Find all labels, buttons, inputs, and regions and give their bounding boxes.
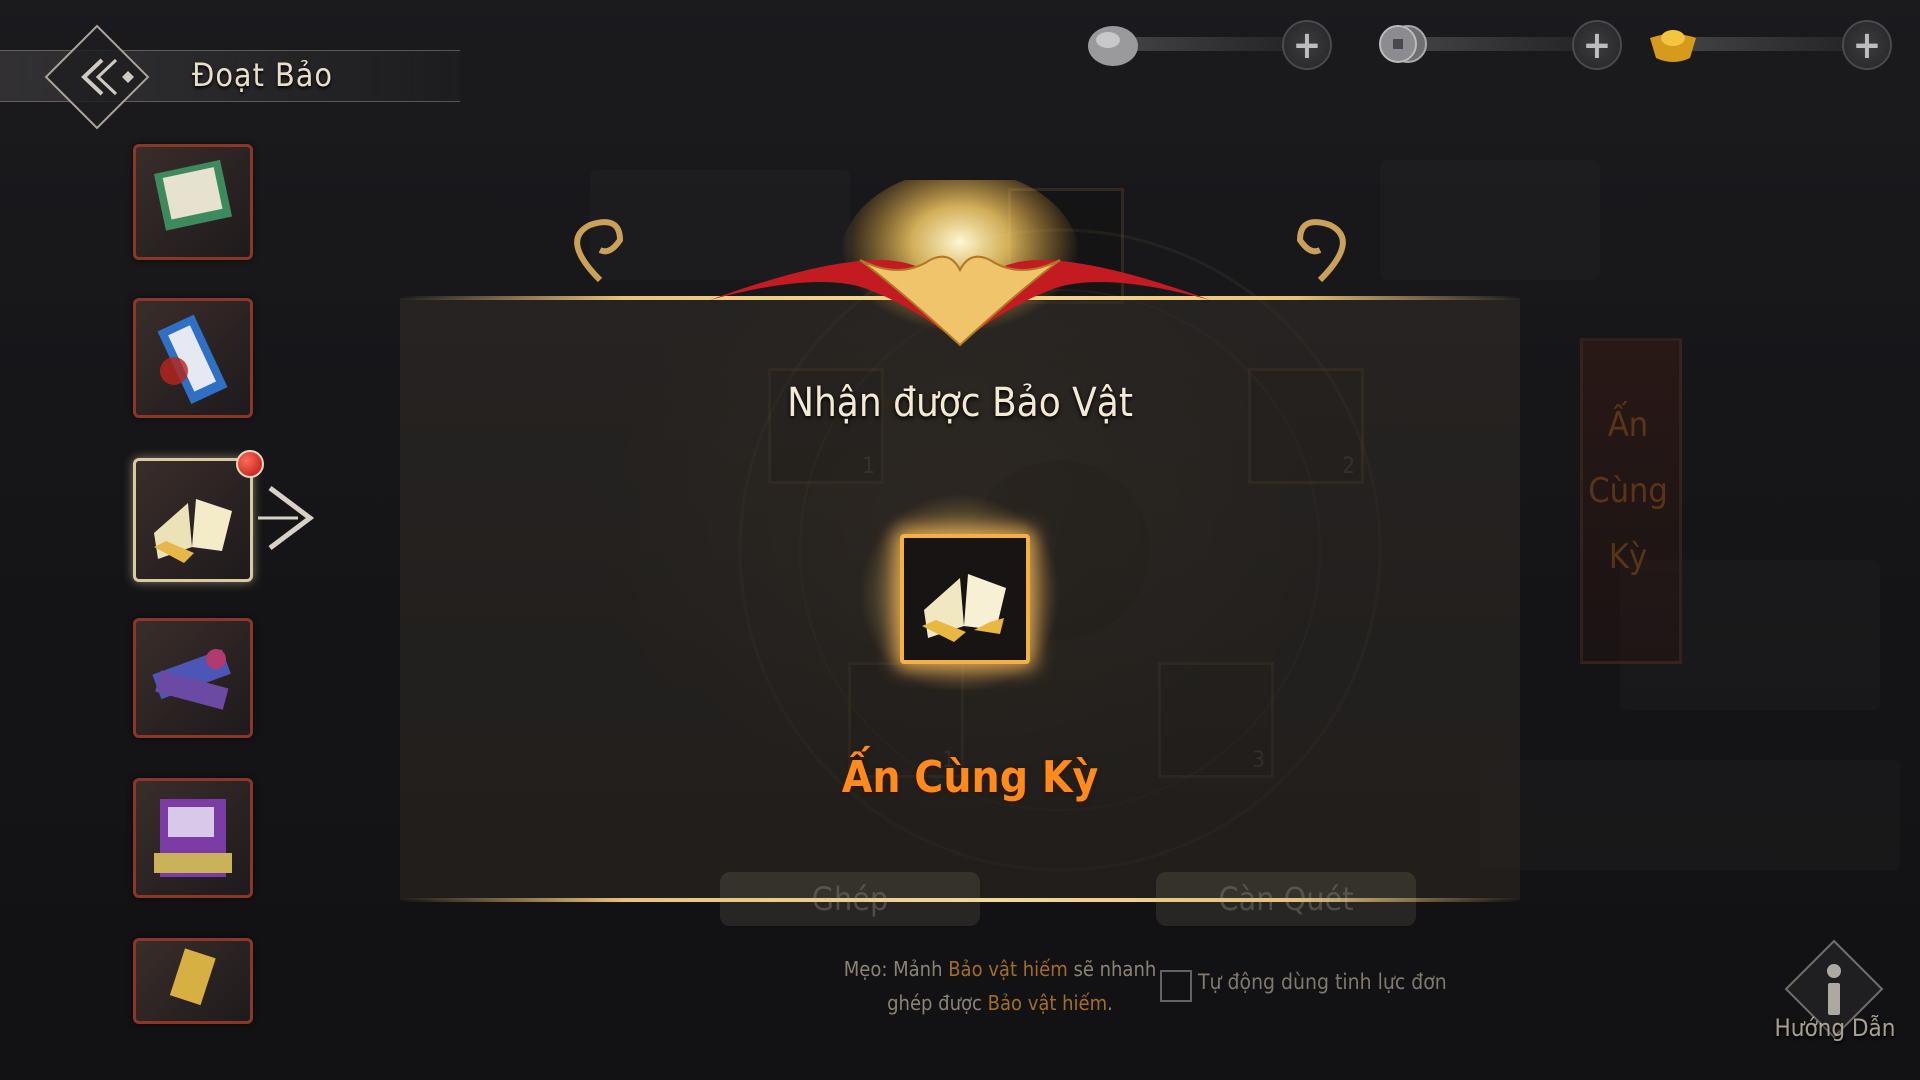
purple-book-icon xyxy=(154,799,232,877)
treasure-slot[interactable] xyxy=(133,778,253,898)
gold-scroll-icon xyxy=(169,948,216,1006)
currency-bar xyxy=(1126,37,1306,51)
purple-scroll-icon xyxy=(152,649,231,710)
currency-gold: + xyxy=(1646,20,1896,70)
sweep-button: Càn Quét xyxy=(1156,872,1416,926)
back-button[interactable] xyxy=(42,22,152,132)
currency-bar xyxy=(1686,37,1866,51)
tip-highlight: Bảo vật hiếm xyxy=(987,991,1108,1015)
tip-part: Mẹo: Mảnh xyxy=(843,957,949,981)
treasure-slot[interactable] xyxy=(133,144,253,260)
currency-coin: + xyxy=(1376,20,1626,70)
gold-ingot-icon xyxy=(1650,30,1696,62)
notification-dot xyxy=(236,450,264,478)
combine-button: Ghép xyxy=(720,872,980,926)
auto-use-label: Tự động dùng tinh lực đơn xyxy=(1198,970,1447,994)
ribbon-ornament xyxy=(574,180,1346,350)
popup-title: Nhận được Bảo Vật xyxy=(787,380,1133,426)
guide-label[interactable]: Hướng Dẫn xyxy=(1770,1014,1900,1042)
treasure-slot[interactable] xyxy=(133,618,253,738)
treasure-slot[interactable] xyxy=(133,938,253,1024)
treasure-slot-selected[interactable] xyxy=(133,458,253,582)
reward-item-name: Ấn Cùng Kỳ xyxy=(841,752,1099,803)
blue-scroll-icon xyxy=(157,314,228,405)
tip-part: . xyxy=(1107,991,1113,1015)
coin-icon xyxy=(1379,25,1427,63)
add-gold-button[interactable]: + xyxy=(1842,20,1892,70)
tip-highlight: Bảo vật hiếm xyxy=(948,957,1068,981)
open-book-icon xyxy=(154,499,232,563)
scroll-item-icon xyxy=(153,159,233,231)
treasure-slot[interactable] xyxy=(133,298,253,418)
auto-use-checkbox[interactable] xyxy=(1160,970,1192,1002)
reward-item-slot[interactable] xyxy=(900,534,1030,664)
selection-arrow-icon xyxy=(258,486,315,550)
currency-silver: + xyxy=(1086,20,1336,70)
page-title: Đoạt Bảo xyxy=(192,56,333,94)
tip-part: sẽ nhanh xyxy=(1067,957,1157,981)
open-book-icon xyxy=(922,574,1006,642)
add-silver-button[interactable]: + xyxy=(1282,20,1332,70)
currency-bar xyxy=(1416,37,1596,51)
tip-part: ghép được xyxy=(887,991,988,1015)
silver-ore-icon xyxy=(1088,26,1138,66)
add-coin-button[interactable]: + xyxy=(1572,20,1622,70)
